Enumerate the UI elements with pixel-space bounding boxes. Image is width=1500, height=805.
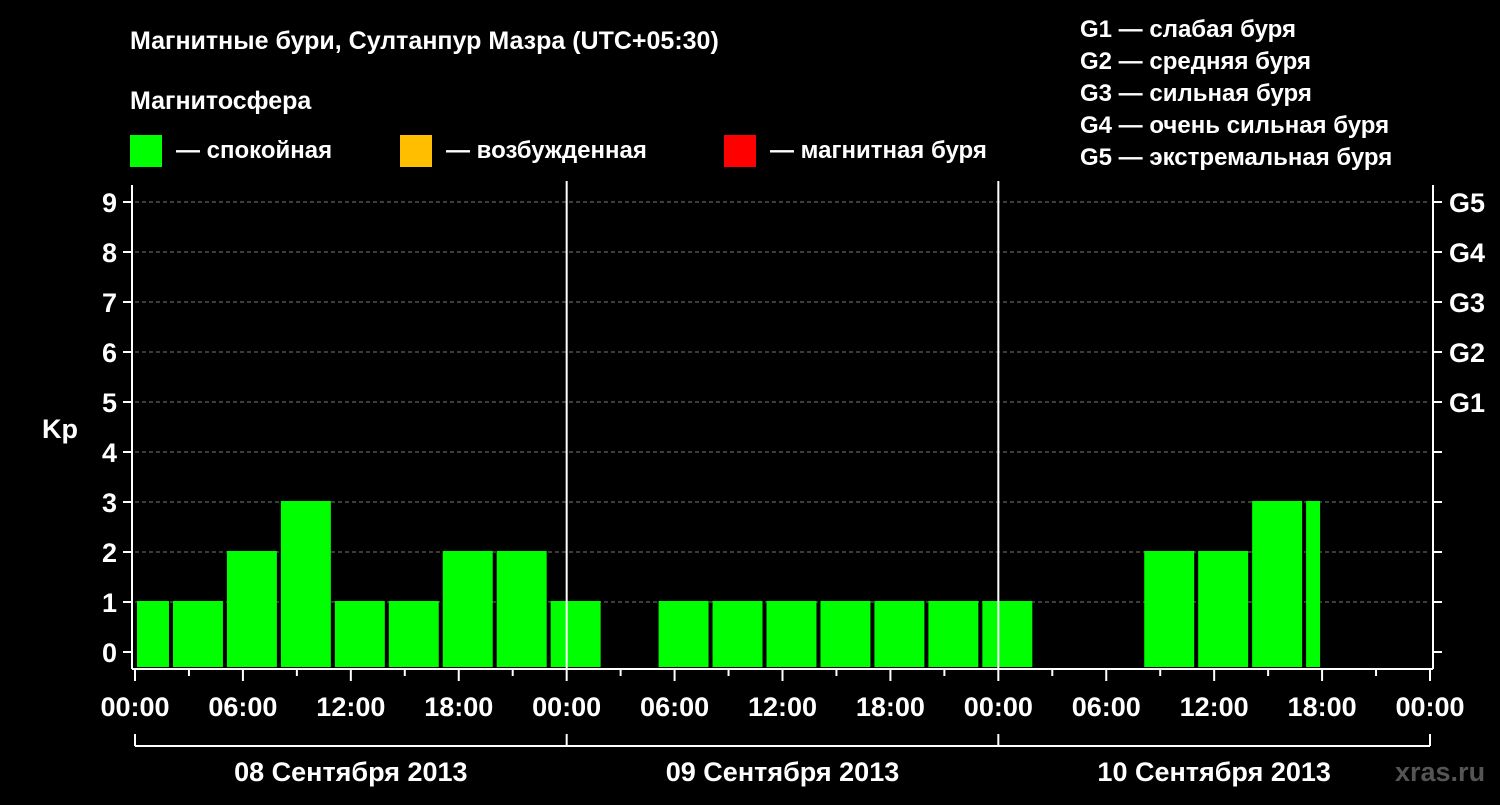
bar xyxy=(137,601,169,667)
x-tick-label: 00:00 xyxy=(100,692,169,722)
bar xyxy=(442,551,493,667)
legend-label-storm: — магнитная буря xyxy=(770,137,987,164)
x-tick-label: 12:00 xyxy=(748,692,817,722)
y-tick-label: 0 xyxy=(102,638,117,668)
y-tick-label: 7 xyxy=(102,288,117,318)
axis-layer: 0 1 2 3 4 5 6 7 8 9 G1 G2 G3 G4 G5 00:00 06:00 12:00 18:00… xyxy=(100,181,1485,787)
legend-swatch-active xyxy=(400,135,432,167)
bar xyxy=(1198,551,1249,667)
y-tick-label: 8 xyxy=(102,238,117,268)
bar xyxy=(928,601,979,667)
bar xyxy=(334,601,385,667)
y-tick-label: 2 xyxy=(102,538,117,568)
storm-level-g5: G5 — экстремальная буря xyxy=(1080,144,1392,171)
y-tick-label: 3 xyxy=(102,488,117,518)
storm-level-g3: G3 — сильная буря xyxy=(1080,80,1312,107)
legend-swatch-storm xyxy=(724,135,756,167)
watermark: xras.ru xyxy=(1395,757,1485,787)
x-tick-label: 06:00 xyxy=(208,692,277,722)
bar xyxy=(1144,551,1195,667)
legend-label-quiet: — спокойная xyxy=(176,137,332,164)
storm-level-g1: G1 — слабая буря xyxy=(1080,16,1296,43)
storm-level-g2: G2 — средняя буря xyxy=(1080,48,1311,75)
bar xyxy=(712,601,763,667)
chart-title: Магнитные бури, Султанпур Мазра (UTC+05:… xyxy=(130,27,719,55)
bar xyxy=(820,601,871,667)
bar xyxy=(1306,501,1321,667)
y-tick-label: 6 xyxy=(102,338,117,368)
g-level-label: G5 xyxy=(1449,188,1485,218)
date-label: 09 Сентября 2013 xyxy=(666,757,899,787)
bar xyxy=(766,601,817,667)
bar xyxy=(550,601,601,667)
bar xyxy=(172,601,223,667)
y-tick-label: 1 xyxy=(102,588,117,618)
legend-swatch-quiet xyxy=(130,135,162,167)
storm-level-g4: G4 — очень сильная буря xyxy=(1080,112,1389,139)
date-label: 10 Сентября 2013 xyxy=(1097,757,1330,787)
bar xyxy=(226,551,277,667)
x-tick-label: 12:00 xyxy=(1180,692,1249,722)
date-label: 08 Сентября 2013 xyxy=(234,757,467,787)
y-tick-label: 5 xyxy=(102,388,117,418)
x-tick-label: 06:00 xyxy=(640,692,709,722)
x-tick-label: 00:00 xyxy=(964,692,1033,722)
g-level-label: G1 xyxy=(1449,388,1485,418)
bar xyxy=(874,601,925,667)
g-level-label: G3 xyxy=(1449,288,1485,318)
g-level-label: G4 xyxy=(1449,238,1485,268)
legend-label-active: — возбужденная xyxy=(446,137,647,164)
x-tick-label: 00:00 xyxy=(532,692,601,722)
g-level-label: G2 xyxy=(1449,338,1485,368)
kp-chart: Магнитные бури, Султанпур Мазра (UTC+05:… xyxy=(42,16,1485,787)
bar xyxy=(982,601,1033,667)
x-tick-label: 18:00 xyxy=(856,692,925,722)
x-tick-label: 06:00 xyxy=(1072,692,1141,722)
x-tick-label: 00:00 xyxy=(1395,692,1464,722)
bar xyxy=(1252,501,1303,667)
x-tick-label: 18:00 xyxy=(424,692,493,722)
x-tick-label: 12:00 xyxy=(316,692,385,722)
bar xyxy=(280,501,331,667)
legend-title: Магнитосфера xyxy=(130,87,312,115)
bar xyxy=(658,601,709,667)
bar-layer xyxy=(137,501,1321,667)
y-tick-label: 9 xyxy=(102,188,117,218)
y-axis-label: Kp xyxy=(42,414,78,444)
bar xyxy=(388,601,439,667)
y-tick-label: 4 xyxy=(102,438,117,468)
x-tick-label: 18:00 xyxy=(1288,692,1357,722)
bar xyxy=(496,551,547,667)
